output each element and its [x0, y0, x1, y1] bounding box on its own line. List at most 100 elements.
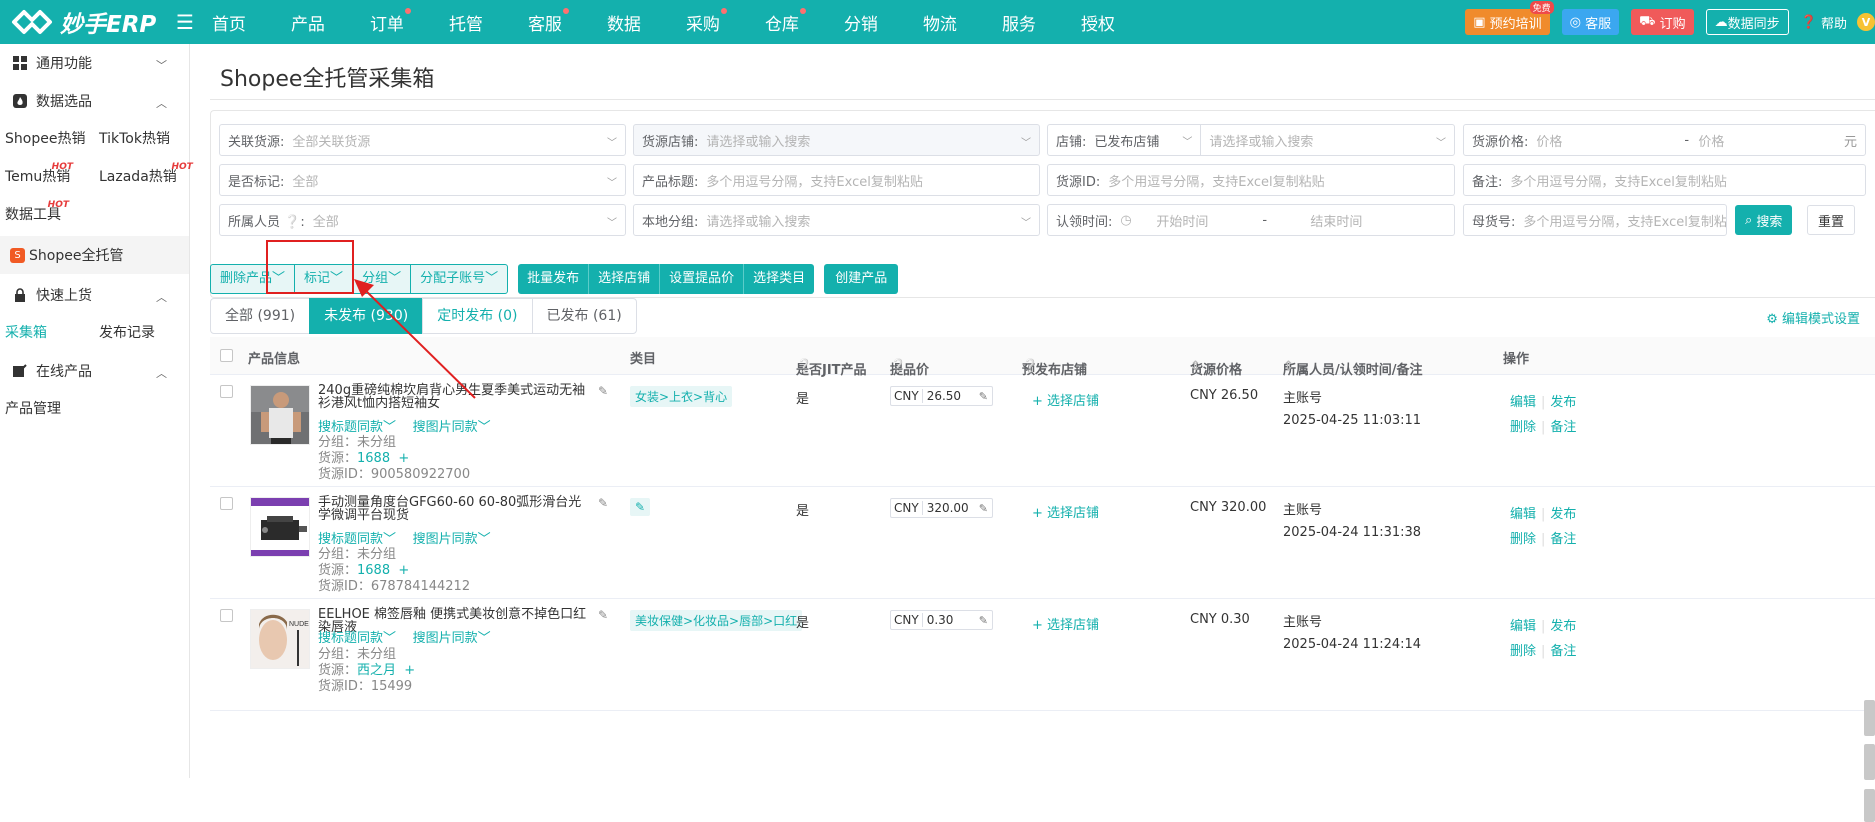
- select-category-button[interactable]: 选择类目: [744, 264, 814, 294]
- source-link[interactable]: 西之月: [357, 663, 396, 678]
- add-source-icon[interactable]: +: [398, 451, 409, 466]
- nav-hosting[interactable]: 托管: [449, 10, 483, 35]
- scroll-thumb[interactable]: [1864, 700, 1875, 736]
- source-id-input[interactable]: 货源ID: 多个用逗号分隔，支持Excel复制粘贴: [1047, 164, 1455, 196]
- edit-link[interactable]: 编辑: [1510, 507, 1536, 522]
- nav-service[interactable]: 客服: [528, 7, 569, 35]
- related-source-select[interactable]: 关联货源: 全部关联货源 ﹀: [219, 124, 626, 156]
- sidebar-group-data-select[interactable]: 数据选品 ︿: [0, 82, 189, 120]
- help-button[interactable]: ❓ 帮助: [1801, 9, 1847, 35]
- search-title-same-dropdown[interactable]: 搜标题同款﹀: [318, 631, 396, 646]
- submit-price-input[interactable]: CNY 26.50 ✎: [890, 386, 993, 406]
- publish-link[interactable]: 发布: [1550, 395, 1576, 410]
- sidebar-item-tiktok-hot[interactable]: TikTok热销: [99, 120, 170, 158]
- training-button[interactable]: ▣ 预约培训 免费: [1465, 1, 1554, 35]
- category-tag[interactable]: 女装>上衣>背心: [630, 386, 733, 407]
- nav-warehouse[interactable]: 仓库: [765, 7, 806, 35]
- search-button[interactable]: ⌕ 搜索: [1735, 205, 1793, 235]
- scroll-thumb[interactable]: [1864, 744, 1875, 780]
- batch-publish-button[interactable]: 批量发布: [518, 264, 590, 294]
- data-sync-button[interactable]: ☁ 数据同步: [1705, 9, 1789, 35]
- sidebar-item-publish-records[interactable]: 发布记录: [99, 314, 155, 352]
- select-store-link[interactable]: + 选择店铺: [1032, 614, 1099, 633]
- select-store-link[interactable]: + 选择店铺: [1032, 390, 1099, 409]
- remark-link[interactable]: 备注: [1550, 532, 1576, 547]
- remark-link[interactable]: 备注: [1550, 644, 1576, 659]
- nav-order[interactable]: 订单: [370, 7, 411, 35]
- scroll-thumb[interactable]: [1864, 789, 1875, 822]
- marked-select[interactable]: 是否标记: 全部 ﹀: [219, 164, 626, 196]
- product-title-input[interactable]: 产品标题: 多个用逗号分隔，支持Excel复制粘贴: [633, 164, 1040, 196]
- edit-mode-settings-link[interactable]: ⚙ 编辑模式设置: [1766, 308, 1860, 327]
- claim-time-range[interactable]: 认领时间: ◷ 开始时间 - 结束时间: [1047, 204, 1455, 236]
- edit-icon[interactable]: ✎: [598, 608, 608, 622]
- submit-price-input[interactable]: CNY 320.00 ✎: [890, 498, 993, 518]
- sidebar-group-general[interactable]: 通用功能 ﹀: [0, 44, 189, 82]
- sidebar-item-collect-box[interactable]: 采集箱: [5, 314, 99, 352]
- app-logo[interactable]: 妙手ERP: [10, 5, 170, 39]
- reset-button[interactable]: 重置: [1807, 205, 1856, 235]
- vip-badge-icon[interactable]: V: [1857, 13, 1875, 31]
- source-store-select[interactable]: 货源店铺: 请选择或输入搜索 ﹀: [633, 124, 1040, 156]
- nav-purchase[interactable]: 采购: [686, 7, 727, 35]
- search-image-same-dropdown[interactable]: 搜图片同款﹀: [413, 420, 491, 435]
- nav-home[interactable]: 首页: [212, 10, 246, 35]
- product-title[interactable]: 手动测量角度台GFG60-60 60-80弧形滑台光学微调平台现货: [318, 496, 590, 522]
- select-store-button[interactable]: 选择店铺: [589, 264, 661, 294]
- delete-link[interactable]: 删除: [1510, 532, 1536, 547]
- nav-product[interactable]: 产品: [291, 10, 325, 35]
- local-group-select[interactable]: 本地分组: 请选择或输入搜索 ﹀: [633, 204, 1040, 236]
- nav-authorize[interactable]: 授权: [1081, 10, 1115, 35]
- product-thumbnail[interactable]: [250, 497, 310, 557]
- row-checkbox[interactable]: [220, 385, 233, 398]
- product-thumbnail[interactable]: NUDE: [250, 609, 310, 669]
- sidebar-item-product-mgmt[interactable]: 产品管理: [5, 390, 61, 428]
- tab-published[interactable]: 已发布 (61): [531, 298, 637, 334]
- group-text: 分组：未分组: [318, 547, 397, 562]
- publish-link[interactable]: 发布: [1550, 619, 1576, 634]
- select-store-link[interactable]: + 选择店铺: [1032, 502, 1099, 521]
- delete-link[interactable]: 删除: [1510, 644, 1536, 659]
- create-product-button[interactable]: 创建产品: [824, 264, 899, 294]
- store-select[interactable]: 店铺: 已发布店铺 ﹀ 请选择或输入搜索 ﹀: [1047, 124, 1455, 156]
- search-image-same-dropdown[interactable]: 搜图片同款﹀: [413, 631, 491, 646]
- nav-services[interactable]: 服务: [1002, 10, 1036, 35]
- nav-distribution[interactable]: 分销: [844, 10, 878, 35]
- edit-icon[interactable]: ✎: [598, 384, 608, 398]
- nav-logistics[interactable]: 物流: [923, 10, 957, 35]
- select-all-checkbox[interactable]: [220, 349, 233, 362]
- remark-input[interactable]: 备注: 多个用逗号分隔，支持Excel复制粘贴: [1463, 164, 1866, 196]
- sidebar-group-quick-upload[interactable]: 快速上货 ︿: [0, 276, 189, 314]
- menu-toggle-icon[interactable]: ☰: [176, 10, 194, 34]
- edit-link[interactable]: 编辑: [1510, 395, 1536, 410]
- row-checkbox[interactable]: [220, 497, 233, 510]
- search-image-same-dropdown[interactable]: 搜图片同款﹀: [413, 532, 491, 547]
- add-source-icon[interactable]: +: [398, 563, 409, 578]
- customer-service-button[interactable]: ◎ 客服: [1561, 9, 1620, 35]
- search-title-same-dropdown[interactable]: 搜标题同款﹀: [318, 532, 396, 547]
- submit-price-input[interactable]: CNY 0.30 ✎: [890, 610, 993, 630]
- sidebar-item-lazada-hot[interactable]: Lazada热销 HOT: [99, 158, 193, 196]
- sidebar-group-online-products[interactable]: 在线产品 ︿: [0, 352, 189, 390]
- parent-sku-input[interactable]: 母货号: 多个用逗号分隔，支持Excel复制粘贴: [1463, 204, 1727, 236]
- delete-link[interactable]: 删除: [1510, 420, 1536, 435]
- nav-data[interactable]: 数据: [607, 10, 641, 35]
- set-price-button[interactable]: 设置提品价: [660, 264, 745, 294]
- edit-link[interactable]: 编辑: [1510, 619, 1536, 634]
- side-scrollbar[interactable]: [1863, 334, 1875, 822]
- owner-select[interactable]: 所属人员 ❔: 全部 ﹀: [219, 204, 626, 236]
- add-source-icon[interactable]: +: [404, 663, 415, 678]
- subscribe-button[interactable]: ⛟ 订购: [1631, 9, 1694, 35]
- remark-link[interactable]: 备注: [1550, 420, 1576, 435]
- category-tag[interactable]: 美妆保健>化妆品>唇部>口红: [630, 610, 803, 631]
- publish-link[interactable]: 发布: [1550, 507, 1576, 522]
- category-tag[interactable]: ✎: [630, 498, 651, 516]
- sidebar-item-data-tools[interactable]: 数据工具 HOT: [5, 196, 69, 234]
- search-title-same-dropdown[interactable]: 搜标题同款﹀: [318, 420, 396, 435]
- row-checkbox[interactable]: [220, 609, 233, 622]
- source-price-range[interactable]: 货源价格: 价格 - 价格 元: [1463, 124, 1866, 156]
- source-link[interactable]: 1688: [357, 451, 390, 466]
- source-link[interactable]: 1688: [357, 563, 390, 578]
- edit-icon[interactable]: ✎: [598, 496, 608, 510]
- sidebar-item-shopee-full[interactable]: S Shopee全托管: [0, 236, 189, 274]
